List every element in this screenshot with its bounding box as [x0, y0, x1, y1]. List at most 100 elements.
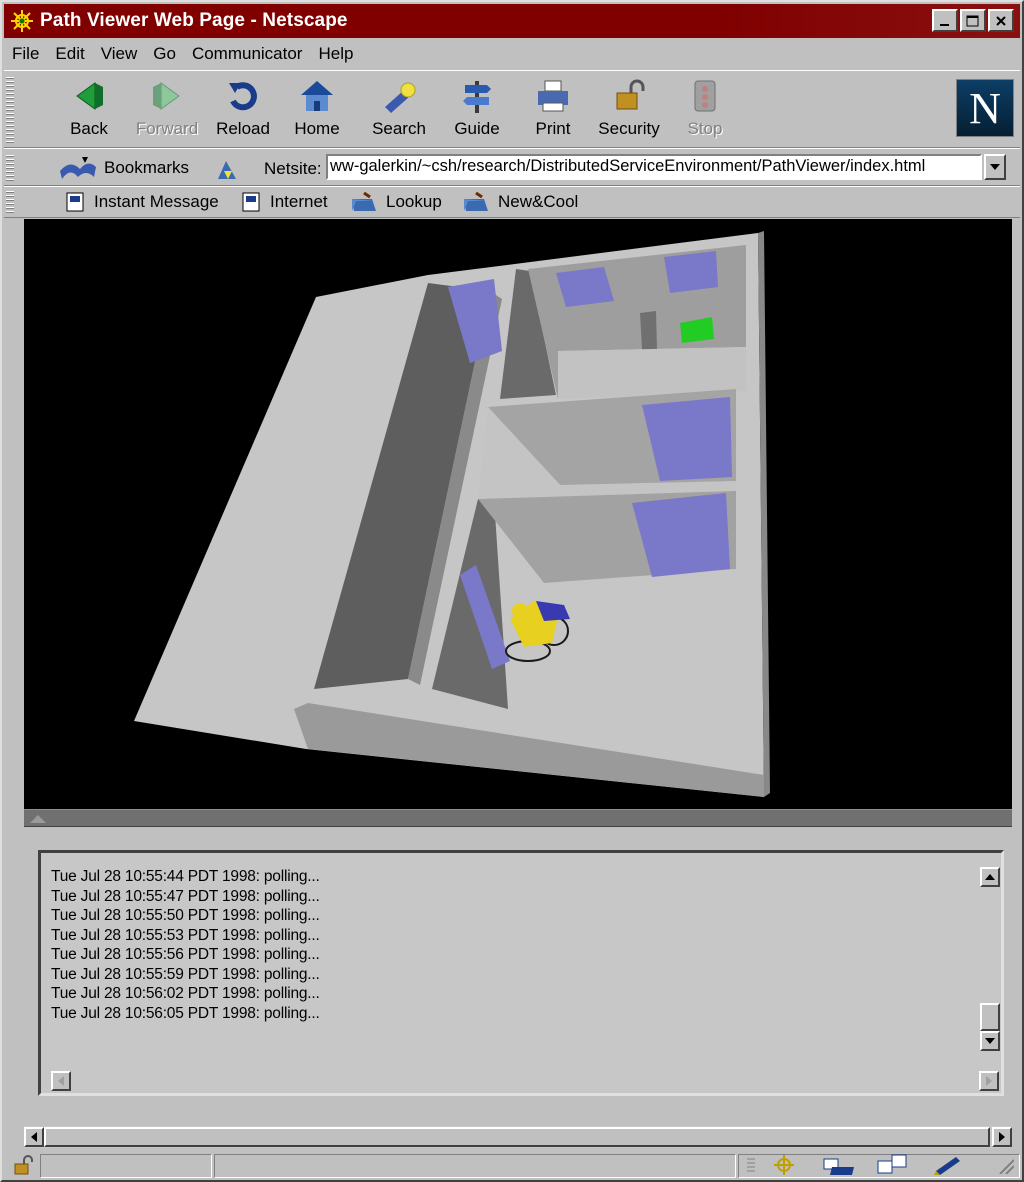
arrow-right-icon	[986, 1076, 992, 1086]
collapse-arrow-icon	[30, 815, 46, 823]
personal-toolbar: Instant Message Internet Lookup New&Cool	[4, 186, 1020, 218]
search-flashlight-icon	[385, 82, 416, 113]
new-and-cool-folder[interactable]: New&Cool	[462, 191, 578, 213]
toolbar-grip[interactable]	[6, 153, 14, 181]
scroll-down-button[interactable]	[980, 1031, 1000, 1051]
browser-window: Path Viewer Web Page - Netscape File Edi…	[0, 0, 1024, 1182]
discussion-groups-icon[interactable]	[876, 1153, 910, 1177]
back-button[interactable]: Back	[58, 77, 120, 143]
arrow-left-icon	[31, 1132, 37, 1142]
security-button[interactable]: Security	[598, 77, 660, 143]
menu-file[interactable]: File	[4, 44, 47, 64]
forward-arrow-icon	[153, 82, 180, 110]
path-viewer-3d-canvas[interactable]	[24, 219, 1012, 809]
instant-message-link[interactable]: Instant Message	[64, 191, 219, 213]
log-line: Tue Jul 28 10:55:59 PDT 1998: polling...	[51, 965, 320, 983]
frame-splitter[interactable]	[24, 809, 1012, 827]
forward-button[interactable]: Forward	[136, 77, 198, 143]
padlock-open-icon	[616, 79, 645, 110]
log-line: Tue Jul 28 10:55:50 PDT 1998: polling...	[51, 907, 320, 924]
navigation-toolbar: Back Forward Reload Home Search Guide Pr…	[4, 70, 1020, 148]
toolbar-grip[interactable]	[6, 191, 14, 213]
log-frame: Tue Jul 28 10:55:44 PDT 1998: polling...…	[24, 828, 1012, 1124]
arrow-left-icon	[58, 1076, 64, 1086]
log-lines: Tue Jul 28 10:55:44 PDT 1998: polling...…	[51, 867, 320, 1023]
document-icon	[242, 192, 260, 212]
page-scroll-left-button[interactable]	[24, 1127, 44, 1147]
navigator-icon[interactable]	[770, 1153, 798, 1177]
messenger-mailbox-icon[interactable]	[822, 1153, 856, 1177]
reload-icon	[229, 82, 257, 111]
scroll-right-button[interactable]	[979, 1071, 999, 1091]
status-bar	[4, 1150, 1020, 1180]
maximize-button[interactable]	[960, 9, 986, 32]
minimize-icon	[940, 23, 949, 26]
log-line: Tue Jul 28 10:55:53 PDT 1998: polling...	[51, 926, 320, 944]
status-text-field	[214, 1154, 736, 1178]
window-title: Path Viewer Web Page - Netscape	[40, 10, 348, 31]
stop-button[interactable]: Stop	[674, 77, 736, 143]
folder-icon	[464, 191, 488, 211]
lookup-folder[interactable]: Lookup	[350, 191, 442, 213]
page-horizontal-scrollbar[interactable]	[24, 1126, 1012, 1148]
internet-link[interactable]: Internet	[240, 191, 328, 213]
menu-bar: File Edit View Go Communicator Help	[4, 40, 361, 68]
home-button[interactable]: Home	[286, 77, 348, 143]
maximize-icon	[966, 15, 979, 26]
arrow-right-icon	[999, 1132, 1005, 1142]
home-icon	[301, 81, 333, 111]
scroll-left-button[interactable]	[51, 1071, 71, 1091]
log-line: Tue Jul 28 10:55:56 PDT 1998: polling...	[51, 946, 320, 963]
arrow-down-icon	[985, 1038, 995, 1044]
close-icon	[996, 15, 1006, 26]
netscape-n-icon: N	[969, 83, 1001, 133]
minimize-button[interactable]	[932, 9, 958, 32]
security-lock-icon[interactable]	[12, 1154, 36, 1176]
bookmarks-button[interactable]: Bookmarks	[58, 155, 189, 181]
stop-icon	[694, 80, 716, 112]
url-dropdown-button[interactable]	[984, 154, 1006, 180]
netsite-label: Netsite:	[264, 159, 322, 178]
netscape-ship-wheel-icon	[11, 10, 33, 32]
search-button[interactable]: Search	[368, 77, 430, 143]
folder-icon	[352, 191, 376, 211]
page-scroll-right-button[interactable]	[992, 1127, 1012, 1147]
resize-grip-icon[interactable]	[996, 1156, 1014, 1174]
window-pane	[556, 267, 614, 307]
grip-icon	[747, 1158, 755, 1172]
progress-field	[40, 1154, 212, 1178]
log-line: Tue Jul 28 10:55:44 PDT 1998: polling...	[51, 868, 320, 885]
back-arrow-icon	[76, 82, 103, 110]
chevron-down-icon	[990, 164, 1000, 170]
toolbar-grip[interactable]	[6, 75, 14, 143]
log-horizontal-scrollbar[interactable]	[41, 1071, 999, 1093]
guide-signpost-icon	[463, 81, 491, 113]
url-field[interactable]: ww-galerkin/~csh/research/DistributedSer…	[326, 154, 982, 180]
menu-view[interactable]: View	[93, 44, 146, 64]
printer-icon	[538, 80, 568, 112]
arrow-up-icon	[985, 874, 995, 880]
page-proxy-icon[interactable]	[214, 157, 240, 181]
log-line: Tue Jul 28 10:56:02 PDT 1998: polling...	[51, 985, 320, 1002]
netscape-n-logo[interactable]: N	[956, 79, 1014, 137]
log-vertical-scrollbar[interactable]	[979, 853, 1001, 1071]
scroll-thumb[interactable]	[980, 1003, 1000, 1031]
scroll-up-button[interactable]	[980, 867, 1000, 887]
reload-button[interactable]: Reload	[212, 77, 274, 143]
log-line: Tue Jul 28 10:55:47 PDT 1998: polling...	[51, 887, 320, 905]
log-line: Tue Jul 28 10:56:05 PDT 1998: polling...	[51, 1004, 320, 1022]
guide-button[interactable]: Guide	[446, 77, 508, 143]
menu-go[interactable]: Go	[145, 44, 184, 64]
close-button[interactable]	[988, 9, 1014, 32]
menu-communicator[interactable]: Communicator	[184, 44, 311, 64]
bookmarks-icon	[60, 157, 96, 179]
print-button[interactable]: Print	[522, 77, 584, 143]
page-scroll-thumb[interactable]	[44, 1127, 990, 1147]
title-bar[interactable]: Path Viewer Web Page - Netscape	[4, 4, 1020, 38]
menu-edit[interactable]: Edit	[47, 44, 92, 64]
log-textarea[interactable]: Tue Jul 28 10:55:44 PDT 1998: polling...…	[38, 850, 1004, 1096]
location-toolbar: Bookmarks Netsite: ww-galerkin/~csh/rese…	[4, 148, 1020, 186]
composer-pen-icon[interactable]	[932, 1153, 966, 1177]
menu-help[interactable]: Help	[310, 44, 361, 64]
floorplan-3d-view	[134, 231, 770, 797]
